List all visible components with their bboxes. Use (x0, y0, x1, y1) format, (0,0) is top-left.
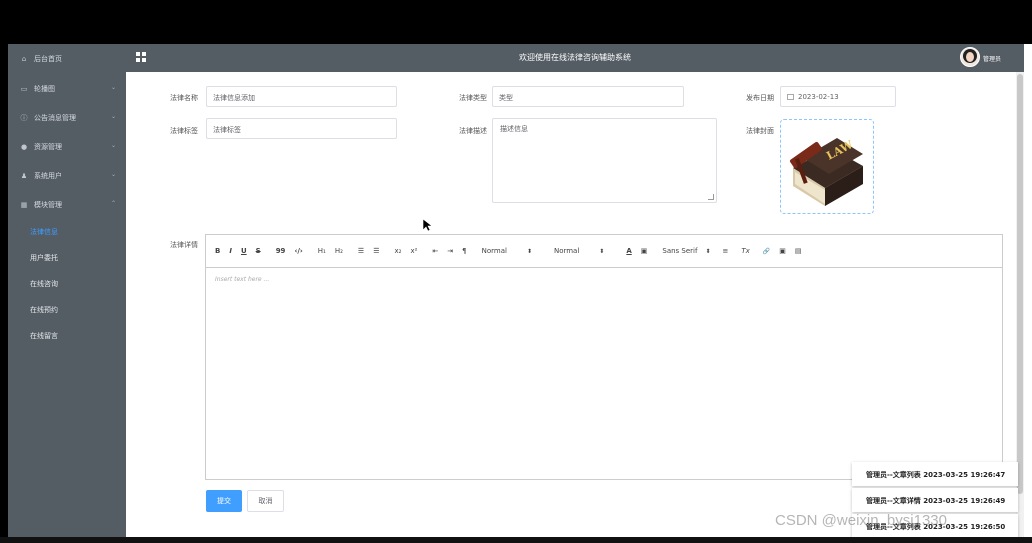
outdent-button[interactable]: ⇤ (432, 247, 438, 255)
sidebar-item-label: 公告消息管理 (34, 113, 76, 122)
font-select[interactable]: Sans Serif ⬍ (662, 247, 710, 255)
sidebar-item-resources[interactable]: ● 资源管理 ⌄ (8, 132, 126, 161)
superscript-button[interactable]: x² (410, 247, 417, 255)
sidebar-subitem-messages[interactable]: 在线留言 (8, 323, 126, 349)
header: 欢迎使用在线法律咨询辅助系统 管理员 (126, 44, 1024, 72)
sidebar-item-label: 模块管理 (34, 200, 62, 209)
chevron-up-icon: ⌃ (110, 200, 116, 207)
code-block-button[interactable]: ‹/› (294, 247, 302, 255)
submit-button[interactable]: 提交 (206, 490, 242, 512)
header2-button[interactable]: H₂ (335, 247, 343, 255)
home-icon: ⌂ (21, 55, 27, 63)
align-button[interactable]: ≡ (723, 247, 729, 255)
mouse-cursor-icon (423, 219, 432, 232)
right-edge (1024, 44, 1032, 537)
sidebar-item-label: 轮播图 (34, 84, 55, 93)
chevron-down-icon: ⌄ (110, 84, 116, 91)
select-arrow-icon: ⬍ (526, 248, 532, 255)
sidebar-item-users[interactable]: ♟ 系统用户 ⌄ (8, 161, 126, 190)
bullet-list-button[interactable]: ☰ (373, 247, 379, 255)
header-select[interactable]: Normal ⬍ (554, 247, 604, 255)
name-input[interactable]: 法律信息添加 (206, 86, 397, 107)
calendar-icon (787, 94, 794, 100)
tag-input[interactable]: 法律标签 (206, 118, 397, 139)
notification-toast[interactable]: 管理员--文章列表 2023-03-25 19:26:47 (852, 462, 1018, 486)
sidebar-item-label: 后台首页 (34, 55, 62, 63)
size-select[interactable]: Normal ⬍ (482, 247, 532, 255)
sidebar: ⌂ 后台首页 ▭ 轮播图 ⌄ ⓘ 公告消息管理 ⌄ ● 资源管理 ⌄ ♟ 系统用… (8, 44, 126, 537)
image-icon: ▭ (20, 84, 28, 93)
location-icon: ● (20, 142, 28, 151)
editor-toolbar: B I U S 99 ‹/› H₁ H₂ ☰ ☰ x₂ x² ⇤ ⇥ ¶ Nor… (206, 235, 1002, 268)
sidebar-subitem-entrust[interactable]: 用户委托 (8, 245, 126, 271)
chevron-down-icon: ⌄ (110, 171, 116, 178)
italic-button[interactable]: I (229, 247, 232, 255)
type-input[interactable]: 类型 (492, 86, 684, 107)
browser-top-bar (0, 0, 1032, 44)
bottom-bar (0, 537, 1032, 543)
sidebar-item-label: 资源管理 (34, 142, 62, 151)
header1-button[interactable]: H₁ (318, 247, 326, 255)
page-title: 欢迎使用在线法律咨询辅助系统 (519, 53, 631, 62)
date-label: 发布日期 (746, 94, 774, 102)
sidebar-item-notices[interactable]: ⓘ 公告消息管理 ⌄ (8, 103, 126, 132)
chevron-down-icon: ⌄ (110, 142, 116, 149)
editor-placeholder: Insert text here ... (215, 276, 270, 283)
type-label: 法律类型 (459, 94, 487, 102)
strike-button[interactable]: S (256, 247, 261, 255)
name-label: 法律名称 (170, 94, 198, 102)
tag-label: 法律标签 (170, 127, 198, 135)
sidebar-item-home[interactable]: ⌂ 后台首页 (8, 44, 126, 74)
date-input[interactable]: 2023-02-13 (780, 86, 896, 107)
subscript-button[interactable]: x₂ (394, 247, 401, 255)
chevron-down-icon: ⌄ (110, 113, 116, 120)
resize-handle-icon[interactable] (708, 194, 714, 200)
sidebar-subitem-law-info[interactable]: 法律信息 (8, 219, 126, 245)
cancel-button[interactable]: 取消 (247, 490, 284, 512)
avatar[interactable] (960, 47, 980, 67)
notification-toast[interactable]: 管理员--文章详情 2023-03-25 19:26:49 (852, 488, 1018, 512)
law-book-image: LAW (789, 138, 863, 206)
watermark: CSDN @weixin_bysj1330 (775, 512, 947, 529)
sidebar-subitem-consult[interactable]: 在线咨询 (8, 271, 126, 297)
underline-button[interactable]: U (241, 247, 247, 255)
cover-uploader[interactable]: LAW (780, 119, 874, 214)
detail-label: 法律详情 (170, 241, 198, 249)
direction-button[interactable]: ¶ (462, 247, 466, 255)
desc-label: 法律描述 (459, 127, 487, 135)
desc-textarea[interactable]: 描述信息 (492, 118, 717, 203)
rich-text-editor[interactable]: B I U S 99 ‹/› H₁ H₂ ☰ ☰ x₂ x² ⇤ ⇥ ¶ Nor… (205, 234, 1003, 480)
sidebar-item-carousel[interactable]: ▭ 轮播图 ⌄ (8, 74, 126, 103)
ordered-list-button[interactable]: ☰ (358, 247, 364, 255)
scrollbar-thumb[interactable] (1017, 74, 1023, 494)
text-color-button[interactable]: A (626, 247, 631, 255)
left-edge (0, 44, 8, 543)
background-color-button[interactable]: ▣ (641, 247, 648, 255)
select-arrow-icon: ⬍ (705, 248, 711, 255)
select-arrow-icon: ⬍ (599, 248, 605, 255)
bold-button[interactable]: B (215, 247, 220, 255)
user-icon: ♟ (20, 171, 28, 180)
indent-button[interactable]: ⇥ (447, 247, 453, 255)
info-icon: ⓘ (20, 113, 28, 122)
cover-label: 法律封面 (746, 127, 774, 135)
image-button[interactable]: ▣ (779, 247, 786, 255)
sidebar-subitem-appointment[interactable]: 在线预约 (8, 297, 126, 323)
user-name[interactable]: 管理员 (983, 54, 1001, 63)
sidebar-item-modules[interactable]: ▦ 模块管理 ⌃ (8, 190, 126, 219)
link-button[interactable]: 🔗 (763, 248, 770, 255)
blockquote-button[interactable]: 99 (276, 247, 286, 255)
grid-icon: ▦ (20, 200, 28, 209)
sidebar-item-label: 系统用户 (34, 171, 62, 180)
video-button[interactable]: ▤ (795, 247, 802, 255)
clean-format-button[interactable]: Tx (741, 247, 749, 255)
